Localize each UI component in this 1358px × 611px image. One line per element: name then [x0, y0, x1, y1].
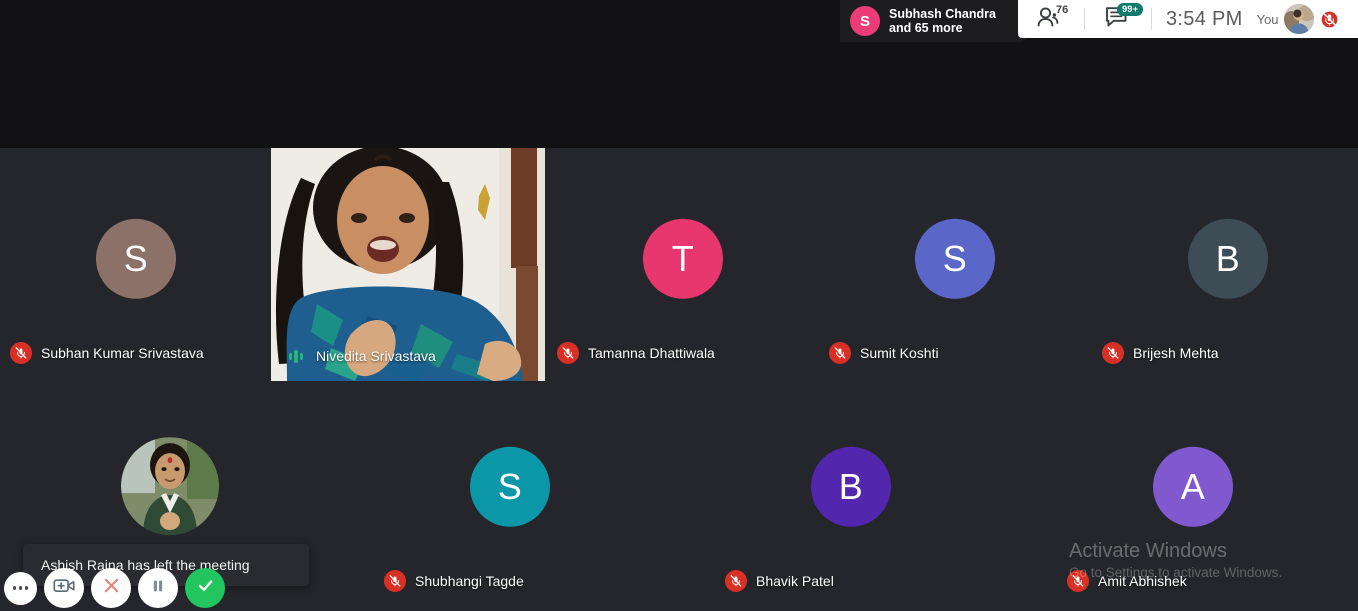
- self-label: You: [1256, 11, 1279, 27]
- avatar: B: [1187, 218, 1268, 299]
- participant-name: Nivedita Srivastava: [316, 348, 436, 364]
- more-options-button[interactable]: [4, 571, 37, 605]
- avatar: B: [810, 446, 891, 527]
- meeting-window: S Subhash Chandra and 65 more 76 99+ 3:5…: [0, 0, 1358, 611]
- mic-muted-icon: [557, 342, 579, 364]
- speaker-more-count: and 65 more: [889, 21, 963, 35]
- avatar: S: [95, 218, 176, 299]
- pause-icon: [149, 577, 167, 600]
- mic-muted-icon: [725, 570, 747, 592]
- active-speaker-text: Subhash Chandra and 65 more: [889, 7, 996, 35]
- ellipsis-icon: [12, 586, 29, 590]
- self-view-block[interactable]: You: [1253, 4, 1338, 34]
- meeting-controls: [4, 568, 225, 608]
- pause-button[interactable]: [138, 568, 178, 608]
- active-speaker-chip[interactable]: S Subhash Chandra and 65 more: [840, 0, 1026, 42]
- participant-tile[interactable]: S Sumit Koshti: [819, 148, 1091, 376]
- mic-muted-icon: [829, 342, 851, 364]
- chat-unread-badge: 99+: [1117, 3, 1144, 16]
- nameplate: Bhavik Patel: [725, 570, 834, 592]
- avatar: S: [469, 446, 550, 527]
- participant-name: Bhavik Patel: [756, 573, 834, 589]
- participant-name: Amit Abhishek: [1098, 573, 1187, 589]
- participant-name: Sumit Koshti: [860, 345, 939, 361]
- accept-button[interactable]: [185, 568, 225, 608]
- nameplate: Nivedita Srivastava: [285, 345, 436, 367]
- participants-button[interactable]: 76: [1018, 0, 1084, 38]
- participant-tile[interactable]: S Subhan Kumar Srivastava: [0, 148, 272, 376]
- participant-name: Brijesh Mehta: [1133, 345, 1219, 361]
- participant-grid: S Subhan Kumar Srivastava Nivedita Sriva…: [0, 148, 1358, 611]
- nameplate: Subhan Kumar Srivastava: [10, 342, 204, 364]
- mic-muted-icon: [10, 342, 32, 364]
- grid-row: S Subhan Kumar Srivastava Nivedita Sriva…: [0, 148, 1358, 381]
- participants-count: 76: [1056, 4, 1069, 16]
- top-overlay-bar: S Subhash Chandra and 65 more 76 99+ 3:5…: [840, 0, 1358, 48]
- decline-button[interactable]: [91, 568, 131, 608]
- participant-tile[interactable]: S Shubhangi Tagde: [374, 376, 646, 604]
- mic-muted-icon[interactable]: [1321, 11, 1338, 28]
- mic-muted-icon: [1067, 570, 1089, 592]
- avatar: S: [850, 6, 880, 36]
- topbar-actions: 76 99+ 3:54 PM You: [1018, 0, 1358, 38]
- avatar: S: [914, 218, 995, 299]
- checkmark-icon: [196, 576, 215, 600]
- participant-name: Subhan Kumar Srivastava: [41, 345, 204, 361]
- avatar: T: [642, 218, 723, 299]
- audio-level-icon: [285, 345, 307, 367]
- participant-tile[interactable]: A Amit Abhishek: [1057, 376, 1329, 604]
- participant-name: Tamanna Dhattiwala: [588, 345, 715, 361]
- speaker-name: Subhash Chandra: [889, 7, 996, 21]
- nameplate: Brijesh Mehta: [1102, 342, 1219, 364]
- participant-tile[interactable]: B Brijesh Mehta: [1092, 148, 1358, 376]
- nameplate: Tamanna Dhattiwala: [557, 342, 715, 364]
- participant-tile[interactable]: B Bhavik Patel: [715, 376, 987, 604]
- nameplate: Amit Abhishek: [1067, 570, 1187, 592]
- mic-muted-icon: [1102, 342, 1124, 364]
- nameplate: Sumit Koshti: [829, 342, 939, 364]
- close-x-icon: [102, 576, 121, 600]
- avatar: [1283, 4, 1314, 34]
- participant-tile[interactable]: T Tamanna Dhattiwala: [547, 148, 819, 376]
- avatar: A: [1152, 446, 1233, 527]
- participant-name: Shubhangi Tagde: [415, 573, 524, 589]
- clock-time: 3:54 PM: [1166, 7, 1243, 30]
- add-video-button[interactable]: [44, 568, 84, 608]
- mic-muted-icon: [384, 570, 406, 592]
- avatar: [120, 437, 219, 536]
- chat-button[interactable]: 99+: [1085, 0, 1151, 38]
- participant-video-tile[interactable]: Nivedita Srivastava: [271, 148, 545, 381]
- camera-plus-icon: [53, 576, 75, 600]
- nameplate: Shubhangi Tagde: [384, 570, 524, 592]
